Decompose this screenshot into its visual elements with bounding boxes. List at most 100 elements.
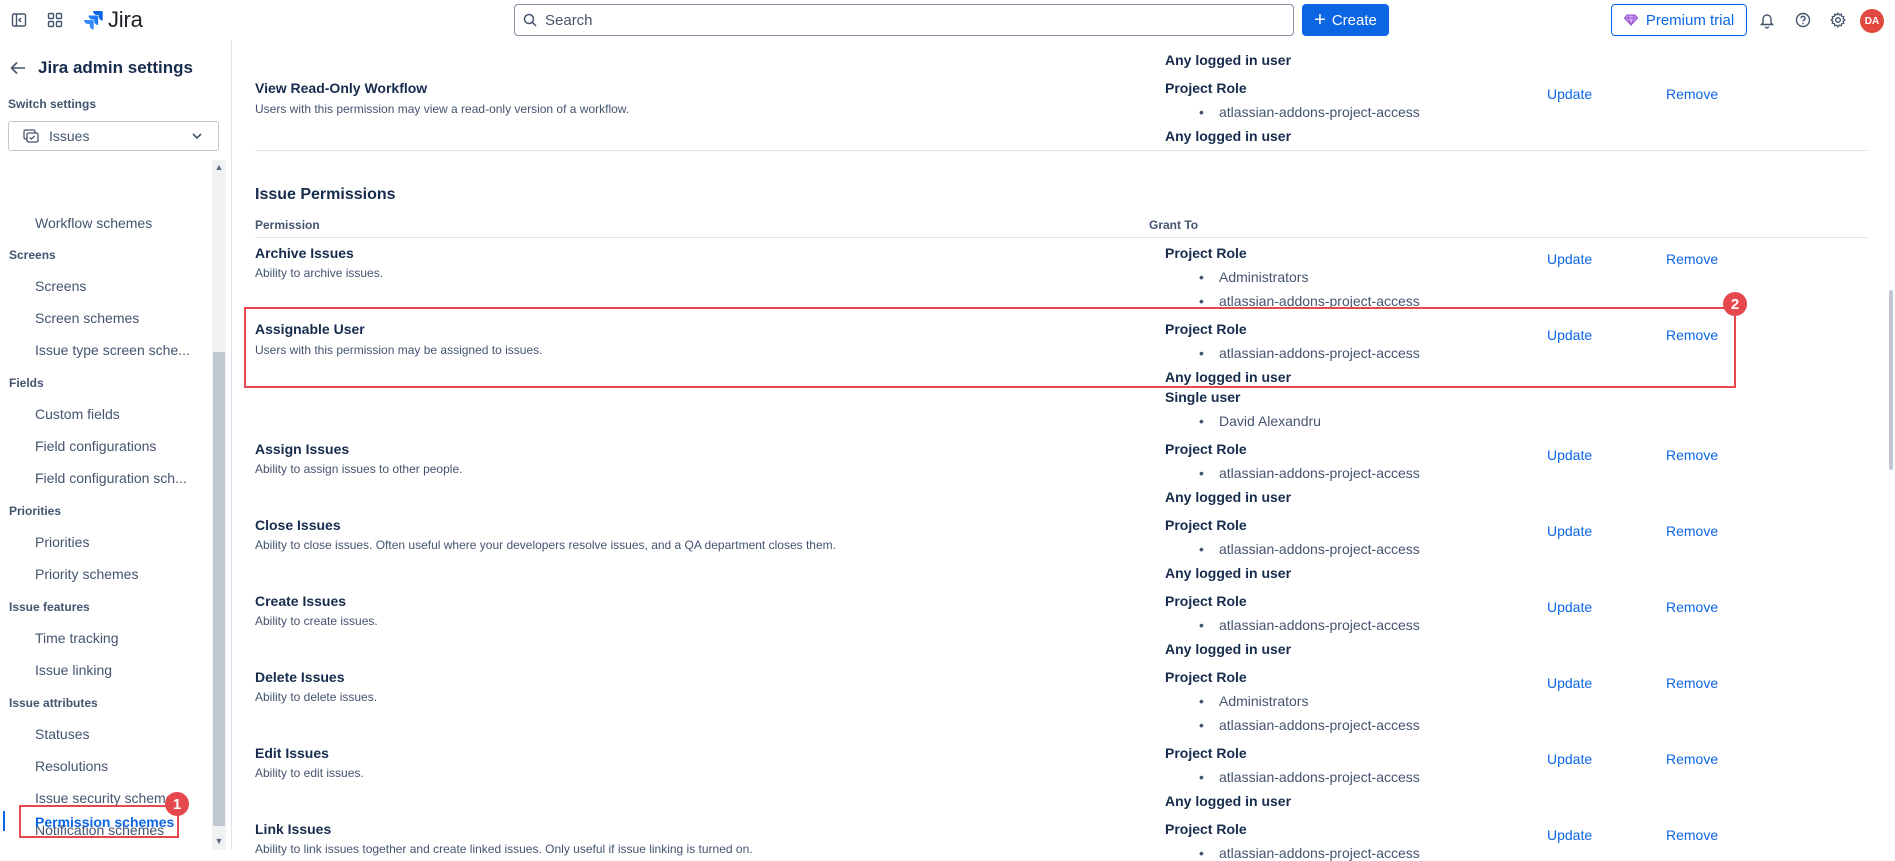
update-link[interactable]: Update <box>1547 751 1592 767</box>
scroll-up-arrow-icon[interactable]: ▲ <box>214 162 224 172</box>
sidebar-item-issue-linking[interactable]: Issue linking <box>35 662 195 678</box>
sidebar-group-issue-features: Issue features <box>9 600 90 614</box>
grant-bullet: atlassian-addons-project-access <box>1199 769 1420 785</box>
highlight-box-2 <box>244 307 1736 388</box>
sidebar-item-field-configurations[interactable]: Field configurations <box>35 438 195 454</box>
grant-heading: Project Role <box>1165 441 1247 457</box>
grant-heading: Project Role <box>1165 245 1247 261</box>
remove-link[interactable]: Remove <box>1666 751 1718 767</box>
perm-name: Link Issues <box>255 821 332 837</box>
perm-name-view-readonly: View Read-Only Workflow <box>255 80 428 96</box>
update-link[interactable]: Update <box>1547 447 1592 463</box>
grant-heading: Any logged in user <box>1165 793 1292 809</box>
grant-heading: Any logged in user <box>1165 565 1292 581</box>
section-divider <box>255 150 1867 151</box>
perm-desc: Ability to delete issues. <box>255 690 378 704</box>
perm-desc: Ability to edit issues. <box>255 766 364 780</box>
remove-link[interactable]: Remove <box>1666 86 1718 102</box>
remove-link[interactable]: Remove <box>1666 251 1718 267</box>
remove-link[interactable]: Remove <box>1666 827 1718 843</box>
update-link[interactable]: Update <box>1547 675 1592 691</box>
section-title: Issue Permissions <box>255 186 396 203</box>
sidebar-scroll-thumb[interactable] <box>213 352 225 826</box>
search-input[interactable] <box>545 11 1245 29</box>
admin-sidebar: Jira admin settings Switch settings Issu… <box>0 40 232 850</box>
sidebar-item-resolutions[interactable]: Resolutions <box>35 758 195 774</box>
sidebar-toggle-icon[interactable] <box>8 9 30 31</box>
premium-trial-button[interactable]: Premium trial <box>1611 4 1747 36</box>
jira-logo[interactable]: Jira <box>84 7 143 33</box>
settings-gear-icon[interactable] <box>1827 9 1849 31</box>
sidebar-item-workflow-schemes[interactable]: Workflow schemes <box>35 215 195 231</box>
switch-settings-label: Switch settings <box>8 97 97 111</box>
app-name: Jira <box>108 7 143 32</box>
user-avatar[interactable]: DA <box>1860 9 1884 33</box>
create-label: Create <box>1331 11 1377 29</box>
update-link[interactable]: Update <box>1547 251 1592 267</box>
update-link[interactable]: Update <box>1547 599 1592 615</box>
grant-bullet: atlassian-addons-project-access <box>1199 465 1420 481</box>
grant-heading: Project Role <box>1165 669 1247 685</box>
help-icon[interactable] <box>1792 9 1814 31</box>
grant-heading: Project Role <box>1165 593 1247 609</box>
sidebar-item-field-configuration-schemes[interactable]: Field configuration sch... <box>35 470 195 486</box>
perm-name: Delete Issues <box>255 669 345 685</box>
update-link[interactable]: Update <box>1547 523 1592 539</box>
perm-desc: Ability to archive issues. <box>255 266 384 280</box>
perm-desc: Ability to create issues. <box>255 614 378 628</box>
settings-select-value: Issues <box>49 128 90 144</box>
remove-link[interactable]: Remove <box>1666 599 1718 615</box>
update-link[interactable]: Update <box>1547 86 1592 102</box>
sidebar-item-priority-schemes[interactable]: Priority schemes <box>35 566 195 582</box>
main-scroll-thumb[interactable] <box>1889 290 1893 470</box>
jira-logo-icon <box>84 11 103 30</box>
arrow-left-icon <box>10 61 25 75</box>
remove-link[interactable]: Remove <box>1666 447 1718 463</box>
create-button[interactable]: + Create <box>1302 4 1389 36</box>
grant-bullet: David Alexandru <box>1199 413 1321 429</box>
chevron-down-icon <box>192 133 202 140</box>
sidebar-item-time-tracking[interactable]: Time tracking <box>35 630 195 646</box>
grant-heading: Project Role <box>1165 821 1247 837</box>
grant-bullet: Administrators <box>1199 693 1309 709</box>
perm-desc: Ability to close issues. Often useful wh… <box>255 538 836 552</box>
issues-icon <box>23 129 39 143</box>
app-switcher-icon[interactable] <box>44 9 66 31</box>
grant-project-role: Project Role <box>1165 80 1247 96</box>
grant-bullet: atlassian-addons-project-access <box>1199 541 1420 557</box>
plus-icon: + <box>1314 9 1326 31</box>
sidebar-item-issue-type-screen-schemes[interactable]: Issue type screen sche... <box>35 342 195 358</box>
sidebar-group-priorities: Priorities <box>9 504 62 518</box>
perm-name: Archive Issues <box>255 245 354 261</box>
sidebar-item-statuses[interactable]: Statuses <box>35 726 195 742</box>
update-link[interactable]: Update <box>1547 827 1592 843</box>
notifications-bell-icon[interactable] <box>1756 9 1778 31</box>
perm-name: Close Issues <box>255 517 341 533</box>
grant-bullet: atlassian-addons-project-access <box>1199 617 1420 633</box>
highlight-box-1 <box>19 805 179 838</box>
remove-link[interactable]: Remove <box>1666 675 1718 691</box>
remove-link[interactable]: Remove <box>1666 523 1718 539</box>
active-indicator <box>3 811 5 831</box>
sidebar-scrollbar[interactable]: ▲ ▼ <box>212 160 226 850</box>
scroll-down-arrow-icon[interactable]: ▼ <box>214 836 224 846</box>
back-to-settings[interactable]: Jira admin settings <box>10 58 193 78</box>
marker-badge-1: 1 <box>165 792 189 816</box>
grant-bullet: atlassian-addons-project-access <box>1199 717 1420 733</box>
sidebar-group-fields: Fields <box>9 376 44 390</box>
premium-label: Premium trial <box>1645 11 1735 29</box>
sidebar-item-screens[interactable]: Screens <box>35 278 195 294</box>
search-box[interactable] <box>514 4 1294 36</box>
perm-desc-view-readonly: Users with this permission may view a re… <box>255 102 630 116</box>
grant-heading: Any logged in user <box>1165 641 1292 657</box>
sidebar-item-screen-schemes[interactable]: Screen schemes <box>35 310 195 326</box>
settings-select[interactable]: Issues <box>8 121 219 151</box>
grant-any-logged-top: Any logged in user <box>1165 52 1292 68</box>
grant-bullet: Administrators <box>1199 269 1309 285</box>
sidebar-item-custom-fields[interactable]: Custom fields <box>35 406 195 422</box>
column-header-permission: Permission <box>255 218 320 232</box>
sidebar-title: Jira admin settings <box>38 58 193 77</box>
sidebar-item-priorities[interactable]: Priorities <box>35 534 195 550</box>
sidebar-nav-list: Workflow schemes Screens Screens Screen … <box>0 160 212 850</box>
marker-badge-2: 2 <box>1723 292 1747 316</box>
